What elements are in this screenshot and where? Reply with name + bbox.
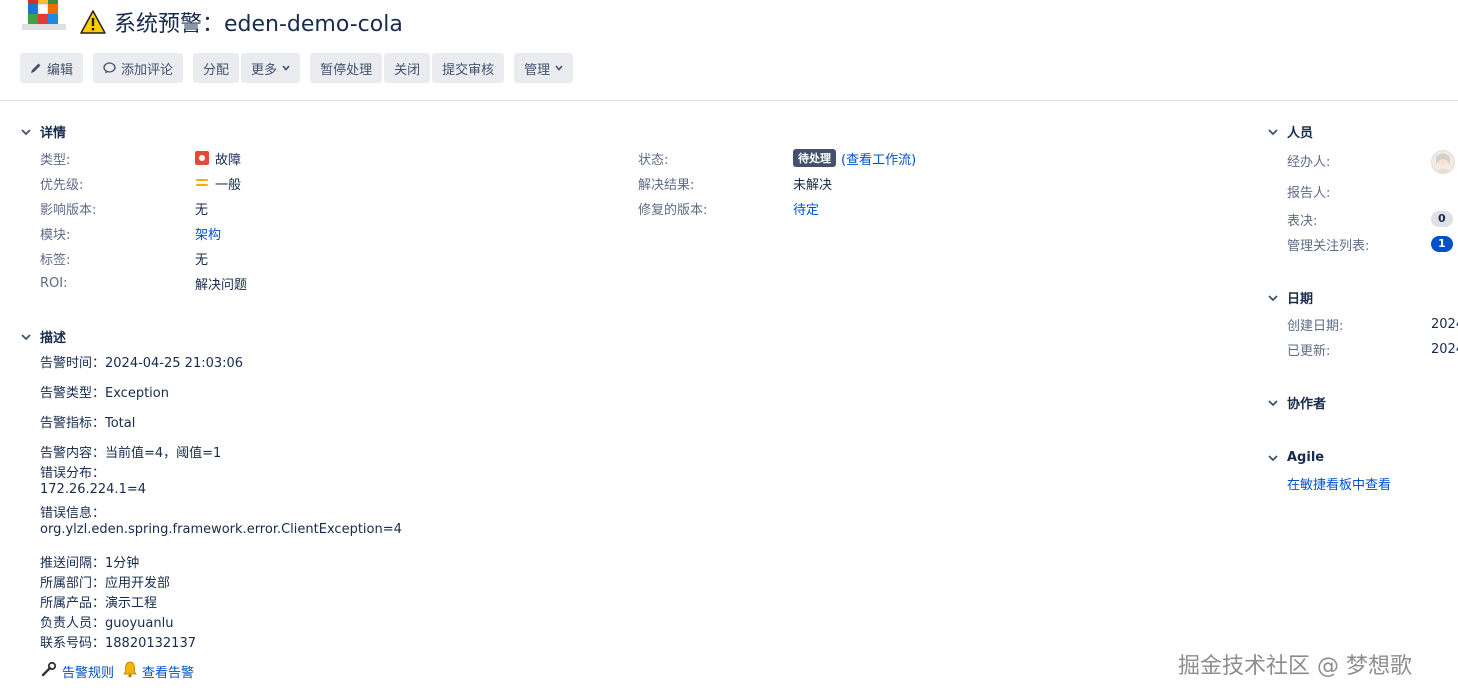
manage-label: 管理 <box>524 62 551 78</box>
description-line: 推送间隔：1分钟 <box>40 556 140 571</box>
assignee-label: 经办人: <box>1287 154 1331 170</box>
warning-icon <box>80 10 106 34</box>
issue-header: 系统预警：eden-demo-cola 编辑 添加评论 分配 更多 暂停处理 关… <box>0 0 1458 101</box>
agile-heading: Agile <box>1287 450 1325 465</box>
fix-version-link[interactable]: 待定 <box>793 199 819 218</box>
affects-version-value: 无 <box>195 202 209 218</box>
view-workflow-link[interactable]: (查看工作流) <box>841 149 916 168</box>
chevron-down-icon <box>21 333 31 340</box>
view-alert-link[interactable]: 查看告警 <box>142 662 194 681</box>
description-line: 告警时间：2024-04-25 21:03:06 <box>40 356 244 371</box>
fix-version-label: 修复的版本: <box>638 202 708 218</box>
bell-icon <box>122 660 138 682</box>
description-line: org.ylzl.eden.spring.framework.error.Cli… <box>40 522 402 537</box>
priority-label: 优先级: <box>40 177 84 193</box>
description-section-toggle[interactable]: 描述 <box>20 327 66 346</box>
status-badge: 待处理 <box>793 149 836 167</box>
assign-button[interactable]: 分配 <box>193 53 240 83</box>
more-button[interactable]: 更多 <box>241 53 301 83</box>
details-heading: 详情 <box>40 126 67 141</box>
description-line: 172.26.224.1=4 <box>40 482 146 497</box>
chevron-down-icon <box>1268 399 1278 406</box>
priority-medium-icon <box>195 178 209 188</box>
collaborators-section-toggle[interactable]: 协作者 <box>1267 393 1326 412</box>
chevron-down-icon <box>555 65 563 71</box>
submit-review-button[interactable]: 提交审核 <box>432 53 505 83</box>
project-avatar[interactable] <box>20 0 68 30</box>
comment-icon <box>103 62 116 74</box>
agile-section-toggle[interactable]: Agile <box>1267 450 1324 465</box>
alert-rule-link[interactable]: 告警规则 <box>62 662 114 681</box>
labels-label: 标签: <box>40 252 71 268</box>
wrench-icon <box>40 660 58 682</box>
watchers-label: 管理关注列表: <box>1287 238 1370 254</box>
resolution-label: 解决结果: <box>638 177 695 193</box>
chevron-down-icon <box>1268 294 1278 301</box>
labels-value: 无 <box>195 252 209 268</box>
resolution-value: 未解决 <box>793 177 833 193</box>
issue-toolbar: 编辑 添加评论 分配 更多 暂停处理 关闭 提交审核 管理 <box>20 53 574 83</box>
description-line: 所属产品：演示工程 <box>40 596 158 611</box>
affects-version-label: 影响版本: <box>40 202 97 218</box>
status-label: 状态: <box>638 152 669 168</box>
description-heading: 描述 <box>40 331 67 346</box>
updated-value: 2024 <box>1431 341 1458 357</box>
pencil-icon <box>30 62 42 74</box>
description-line: 告警内容：当前值=4，阈值=1 <box>40 446 222 461</box>
edit-button[interactable]: 编辑 <box>20 53 84 83</box>
alert-links: 告警规则 查看告警 <box>40 660 194 682</box>
description-line: 错误分布： <box>40 466 106 481</box>
edit-label: 编辑 <box>47 62 74 78</box>
dates-section-toggle[interactable]: 日期 <box>1267 288 1313 307</box>
description-line: 告警类型：Exception <box>40 386 169 401</box>
chevron-down-icon <box>282 65 290 71</box>
assignee-avatar[interactable] <box>1431 150 1455 174</box>
details-section-toggle[interactable]: 详情 <box>20 122 66 141</box>
roi-value: 解决问题 <box>195 277 248 293</box>
manage-button[interactable]: 管理 <box>514 53 574 83</box>
watermark: 掘金技术社区 @ 梦想歌 <box>1178 654 1412 679</box>
updated-label: 已更新: <box>1287 343 1331 359</box>
collaborators-heading: 协作者 <box>1287 397 1327 412</box>
more-label: 更多 <box>251 62 278 78</box>
bug-icon <box>195 151 209 165</box>
description-line: 错误信息： <box>40 506 106 521</box>
description-line: 联系号码：18820132137 <box>40 636 196 651</box>
votes-count-badge[interactable]: 0 <box>1431 211 1453 227</box>
comment-label: 添加评论 <box>121 62 174 78</box>
people-section-toggle[interactable]: 人员 <box>1267 122 1313 141</box>
chevron-down-icon <box>21 128 31 135</box>
pause-button[interactable]: 暂停处理 <box>310 53 383 83</box>
chevron-down-icon <box>1268 128 1278 135</box>
dates-heading: 日期 <box>1287 292 1314 307</box>
roi-label: ROI: <box>40 275 68 291</box>
close-button[interactable]: 关闭 <box>384 53 431 83</box>
description-line: 所属部门：应用开发部 <box>40 576 171 591</box>
description-line: 告警指标：Total <box>40 416 136 431</box>
description-line: 负责人员：guoyuanlu <box>40 616 174 631</box>
people-heading: 人员 <box>1287 126 1314 141</box>
created-label: 创建日期: <box>1287 318 1344 334</box>
type-label: 类型: <box>40 152 71 168</box>
votes-label: 表决: <box>1287 213 1318 229</box>
agile-board-link[interactable]: 在敏捷看板中查看 <box>1287 474 1391 493</box>
add-comment-button[interactable]: 添加评论 <box>93 53 184 83</box>
watchers-count-badge[interactable]: 1 <box>1431 236 1453 252</box>
module-link[interactable]: 架构 <box>195 224 221 243</box>
type-value: 故障 <box>215 152 242 168</box>
issue-title: 系统预警：eden-demo-cola <box>114 12 403 37</box>
reporter-label: 报告人: <box>1287 185 1331 201</box>
module-label: 模块: <box>40 227 71 243</box>
priority-value: 一般 <box>215 177 242 193</box>
created-value: 2024 <box>1431 316 1458 332</box>
chevron-down-icon <box>1268 454 1278 461</box>
